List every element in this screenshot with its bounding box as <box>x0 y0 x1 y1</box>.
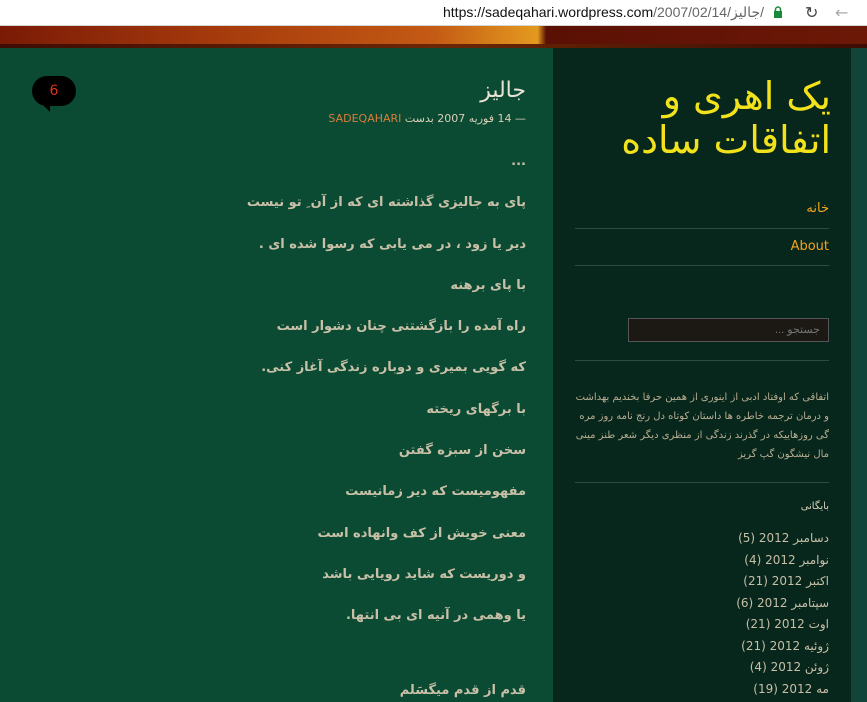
url-path: /2007/02/14/جالیز/ <box>653 4 764 20</box>
poem-line: دیر یا زود ، در می یابی که رسوا شده ای . <box>258 236 526 252</box>
archive-item[interactable]: نوامبر 2012 (4) <box>589 550 829 572</box>
back-arrow-icon[interactable]: ← <box>835 3 848 22</box>
archive-item[interactable]: مه 2012 (19) <box>589 679 829 701</box>
nav-item-home[interactable]: خانه <box>575 194 829 229</box>
archive-item[interactable]: دسامبر 2012 (5) <box>589 528 829 550</box>
post-content: 6 جالیز — 14 فوریه 2007 بدست SADEQAHARI … <box>0 48 553 702</box>
poem-line: که گویی بمیری و دوباره زندگی آغاز کنی. <box>261 360 526 376</box>
poem-lines: ... پای به جالیزی گذاشته ای که از آن ِ ت… <box>46 151 526 647</box>
page-edge <box>851 48 867 702</box>
reload-icon[interactable]: ↻ <box>805 3 818 22</box>
poem-line: راه آمده را بازگشتنی چنان دشوار است <box>276 319 526 335</box>
search-input[interactable] <box>628 318 829 342</box>
archive-heading: بایگانی <box>800 501 829 512</box>
archive-item[interactable]: ژوئن 2012 (4) <box>589 657 829 679</box>
archive-item[interactable]: ژوئیه 2012 (21) <box>589 636 829 658</box>
post-author-link[interactable]: SADEQAHARI <box>328 112 401 125</box>
site-title[interactable]: یک اهری و اتفاقات ساده <box>591 74 831 162</box>
address-bar[interactable]: https://sadeqahari.wordpress.com/2007/02… <box>443 4 764 21</box>
divider <box>575 482 829 483</box>
about-text: اتفاقی که اوفتاد ادبی از اینوری از همین … <box>575 392 829 460</box>
browser-toolbar: https://sadeqahari.wordpress.com/2007/02… <box>0 0 867 26</box>
archive-item[interactable]: سپتامبر 2012 (6) <box>589 593 829 615</box>
poem-line: پای به جالیزی گذاشته ای که از آن ِ تو نی… <box>246 195 526 211</box>
archive-item[interactable]: اکتبر 2012 (21) <box>589 571 829 593</box>
poem-line: و دوریست که شاید رویایی باشد <box>322 566 526 582</box>
lock-icon <box>774 6 782 18</box>
poem-line: با پای برهنه <box>450 277 526 293</box>
post-meta: — 14 فوریه 2007 بدست SADEQAHARI <box>328 112 526 125</box>
comment-count-bubble[interactable]: 6 <box>32 76 76 112</box>
archive-list: دسامبر 2012 (5) نوامبر 2012 (4) اکتبر 20… <box>589 528 829 700</box>
post-date: — 14 فوریه 2007 بدست <box>404 112 526 125</box>
url-host: https://sadeqahari.wordpress.com <box>443 4 654 20</box>
poem-line: با برگهای ریخته <box>426 401 526 417</box>
sidebar: یک اهری و اتفاقات ساده خانه About اتفاقی… <box>553 48 851 702</box>
post-title[interactable]: جالیز <box>480 78 526 103</box>
archive-item[interactable]: اوت 2012 (21) <box>589 614 829 636</box>
poem-line: معنی خویش از کف وانهاده است <box>317 525 526 541</box>
poem-line: ... <box>511 154 526 169</box>
poem-line: مفهومیست که دیر زمانیست <box>345 484 526 500</box>
site-nav: خانه About <box>575 194 829 266</box>
poem-line: سخن از سبزه گفتن <box>398 443 526 459</box>
poem-line-last: قدم از قدم میگسَلم <box>399 683 526 698</box>
poem-line: یا وهمی در آنیه ای بی انتها. <box>345 608 526 624</box>
divider <box>575 360 829 361</box>
nav-item-about[interactable]: About <box>575 229 829 266</box>
